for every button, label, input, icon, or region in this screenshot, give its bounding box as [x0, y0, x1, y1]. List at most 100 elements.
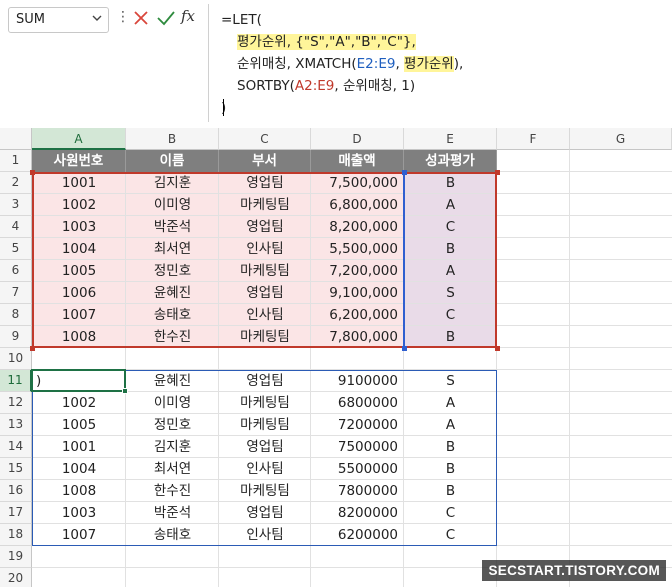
data-cell[interactable]: C	[404, 304, 497, 326]
row-header-5[interactable]: 5	[0, 238, 32, 260]
data-cell[interactable]: 7,200,000	[311, 260, 404, 282]
data-cell[interactable]: 1003	[32, 216, 126, 238]
spill-cell[interactable]: 영업팀	[219, 436, 311, 458]
data-cell[interactable]: 윤혜진	[126, 282, 219, 304]
spill-cell[interactable]: 인사팀	[219, 524, 311, 546]
row-header-8[interactable]: 8	[0, 304, 32, 326]
data-cell[interactable]: 마케팅팀	[219, 194, 311, 216]
data-cell[interactable]: 마케팅팀	[219, 260, 311, 282]
range-handle[interactable]	[30, 170, 35, 175]
name-box[interactable]: SUM	[8, 7, 109, 33]
data-cell[interactable]: 정민호	[126, 260, 219, 282]
data-cell[interactable]: 영업팀	[219, 216, 311, 238]
spill-cell[interactable]: 1003	[32, 502, 126, 524]
spill-cell[interactable]: 이미영	[126, 392, 219, 414]
column-header-d[interactable]: D	[311, 128, 404, 150]
data-cell[interactable]: 8,200,000	[311, 216, 404, 238]
spill-cell[interactable]: 김지훈	[126, 436, 219, 458]
row-header-20[interactable]: 20	[0, 568, 32, 587]
spill-cell[interactable]: 7800000	[311, 480, 404, 502]
data-cell[interactable]: S	[404, 282, 497, 304]
spill-cell[interactable]: 마케팅팀	[219, 392, 311, 414]
spill-cell[interactable]: 마케팅팀	[219, 414, 311, 436]
row-header-1[interactable]: 1	[0, 150, 32, 172]
row-header-15[interactable]: 15	[0, 458, 32, 480]
data-cell[interactable]: 6,200,000	[311, 304, 404, 326]
table-header-cell[interactable]: 성과평가	[404, 150, 497, 172]
data-cell[interactable]: 1005	[32, 260, 126, 282]
spill-cell[interactable]: C	[404, 524, 497, 546]
data-cell[interactable]: 최서연	[126, 238, 219, 260]
spill-cell[interactable]: 7200000	[311, 414, 404, 436]
spill-cell[interactable]: 1008	[32, 480, 126, 502]
row-header-10[interactable]: 10	[0, 348, 32, 370]
spill-cell[interactable]: 1001	[32, 436, 126, 458]
table-header-cell[interactable]: 매출액	[311, 150, 404, 172]
range-handle[interactable]	[402, 170, 407, 175]
data-cell[interactable]: 6,800,000	[311, 194, 404, 216]
row-header-11[interactable]: 11	[0, 370, 32, 392]
fill-handle[interactable]	[122, 388, 128, 394]
data-cell[interactable]: 7,500,000	[311, 172, 404, 194]
spill-cell[interactable]: 인사팀	[219, 458, 311, 480]
spill-cell[interactable]: 정민호	[126, 414, 219, 436]
data-cell[interactable]: B	[404, 326, 497, 348]
table-header-cell[interactable]: 사원번호	[32, 150, 126, 172]
data-cell[interactable]: 1007	[32, 304, 126, 326]
range-handle[interactable]	[495, 170, 500, 175]
column-header-c[interactable]: C	[219, 128, 311, 150]
spill-cell[interactable]: 한수진	[126, 480, 219, 502]
confirm-check-icon[interactable]	[156, 9, 176, 27]
table-header-cell[interactable]: 이름	[126, 150, 219, 172]
spill-cell[interactable]: 1002	[32, 392, 126, 414]
data-cell[interactable]: 마케팅팀	[219, 326, 311, 348]
spill-cell[interactable]: 영업팀	[219, 370, 311, 392]
row-header-19[interactable]: 19	[0, 546, 32, 568]
spill-cell[interactable]: 5500000	[311, 458, 404, 480]
row-header-7[interactable]: 7	[0, 282, 32, 304]
data-cell[interactable]: 1008	[32, 326, 126, 348]
spill-cell[interactable]: A	[404, 414, 497, 436]
spill-cell[interactable]: 1007	[32, 524, 126, 546]
select-all-corner[interactable]	[0, 128, 32, 150]
table-header-cell[interactable]: 부서	[219, 150, 311, 172]
data-cell[interactable]: B	[404, 172, 497, 194]
data-cell[interactable]: 박준석	[126, 216, 219, 238]
cancel-icon[interactable]	[132, 9, 150, 27]
row-header-17[interactable]: 17	[0, 502, 32, 524]
spill-cell[interactable]: 송태호	[126, 524, 219, 546]
spill-cell[interactable]: 마케팅팀	[219, 480, 311, 502]
column-header-e[interactable]: E	[404, 128, 497, 150]
data-cell[interactable]: 인사팀	[219, 238, 311, 260]
spill-cell[interactable]: S	[404, 370, 497, 392]
spill-cell[interactable]: 8200000	[311, 502, 404, 524]
data-cell[interactable]: 1006	[32, 282, 126, 304]
spreadsheet-grid[interactable]: A B C D E F G 1 2 3 4 5 6 7 8 9 10 11 12 13 14 15 16 17 18 19 20 사원…	[0, 128, 672, 587]
data-cell[interactable]: 영업팀	[219, 172, 311, 194]
spill-cell[interactable]: A	[404, 392, 497, 414]
range-handle[interactable]	[402, 346, 407, 351]
range-handle[interactable]	[495, 346, 500, 351]
data-cell[interactable]: 송태호	[126, 304, 219, 326]
row-header-12[interactable]: 12	[0, 392, 32, 414]
spill-cell[interactable]: 1005	[32, 414, 126, 436]
spill-cell[interactable]: 9100000	[311, 370, 404, 392]
insert-function-icon[interactable]: fx	[181, 7, 195, 25]
column-header-a[interactable]: A	[32, 128, 126, 150]
spill-cell[interactable]: C	[404, 502, 497, 524]
data-cell[interactable]: 인사팀	[219, 304, 311, 326]
spill-cell[interactable]: B	[404, 480, 497, 502]
data-cell[interactable]: 9,100,000	[311, 282, 404, 304]
data-cell[interactable]: 5,500,000	[311, 238, 404, 260]
spill-cell[interactable]: 윤혜진	[126, 370, 219, 392]
row-header-18[interactable]: 18	[0, 524, 32, 546]
data-cell[interactable]: 영업팀	[219, 282, 311, 304]
formula-editor[interactable]: =LET( 평가순위, {"S","A","B","C"}, 순위매칭, XMA…	[208, 4, 672, 122]
data-cell[interactable]: 1001	[32, 172, 126, 194]
data-cell[interactable]: B	[404, 238, 497, 260]
row-header-9[interactable]: 9	[0, 326, 32, 348]
data-cell[interactable]: 한수진	[126, 326, 219, 348]
spill-cell[interactable]: 박준석	[126, 502, 219, 524]
spill-cell[interactable]: B	[404, 458, 497, 480]
row-header-16[interactable]: 16	[0, 480, 32, 502]
